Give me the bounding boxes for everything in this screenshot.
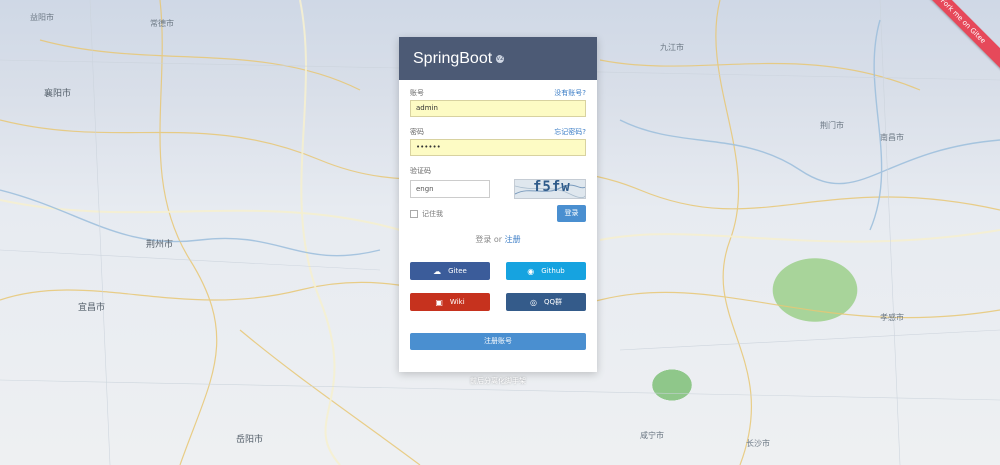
- map-label: 宜昌市: [78, 303, 106, 313]
- captcha-label: 验证码: [410, 167, 431, 175]
- map-label: 常德市: [150, 19, 174, 28]
- register-account-button[interactable]: 注册账号: [410, 333, 586, 350]
- or-prefix: 登录 or: [475, 235, 505, 244]
- map-label: 九江市: [660, 43, 684, 52]
- map-label: 荆门市: [820, 121, 844, 130]
- forgot-password-link[interactable]: 忘记密码?: [554, 127, 586, 138]
- login-button[interactable]: 登录: [557, 205, 586, 222]
- map-label: 长沙市: [746, 439, 770, 448]
- password-input[interactable]: ••••••: [410, 139, 586, 156]
- login-or-register: 登录 or 注册: [410, 234, 586, 245]
- captcha-image[interactable]: f5fw: [514, 179, 586, 199]
- captcha-label-row: 验证码: [410, 166, 586, 177]
- account-input[interactable]: admin: [410, 100, 586, 117]
- cloud-icon: ☁: [433, 266, 442, 276]
- github-icon: ◉: [527, 266, 535, 276]
- map-label: 南昌市: [880, 133, 904, 142]
- map-label: 荆州市: [146, 240, 174, 250]
- login-form: 账号 没有账号? admin 密码 忘记密码? •••••• 验证码 engn …: [399, 80, 597, 350]
- password-label-row: 密码 忘记密码?: [410, 127, 586, 138]
- social-login-grid: ☁ Gitee ◉ Github ▣ Wiki ◎ QQ群: [410, 262, 586, 311]
- wiki-label: Wiki: [449, 298, 465, 306]
- map-label: 岳阳市: [236, 435, 264, 445]
- register-link[interactable]: 注册: [505, 235, 521, 244]
- no-account-link[interactable]: 没有账号?: [554, 88, 586, 99]
- account-label-row: 账号 没有账号?: [410, 88, 586, 99]
- qq-icon: ◎: [529, 297, 537, 307]
- app-title: SpringBoot: [413, 49, 493, 67]
- github-button[interactable]: ◉ Github: [506, 262, 586, 280]
- map-label: 襄阳市: [44, 89, 72, 99]
- gitee-label: Gitee: [448, 267, 467, 275]
- qq-label: QQ群: [543, 298, 562, 306]
- map-label: 咸宁市: [640, 431, 664, 440]
- book-icon: ▣: [435, 297, 443, 307]
- tagline: 前后分离化脚手架: [470, 377, 526, 385]
- account-label: 账号: [410, 89, 424, 97]
- wiki-button[interactable]: ▣ Wiki: [410, 293, 490, 311]
- captcha-input[interactable]: engn: [410, 180, 490, 198]
- remember-checkbox[interactable]: [410, 209, 418, 218]
- map-label: 孝感市: [880, 313, 904, 322]
- map-label: 益阳市: [30, 13, 54, 22]
- remember-me[interactable]: 记住我: [410, 209, 443, 219]
- password-label: 密码: [410, 128, 424, 136]
- captcha-text: f5fw: [533, 179, 571, 195]
- remember-label: 记住我: [422, 209, 443, 218]
- qq-group-button[interactable]: ◎ QQ群: [506, 293, 586, 311]
- remember-row: 记住我 登录: [410, 205, 586, 222]
- version-badge: v2: [496, 54, 505, 63]
- login-card: SpringBoot v2 账号 没有账号? admin 密码 忘记密码? ••…: [399, 37, 597, 372]
- card-header: SpringBoot v2: [399, 37, 597, 80]
- captcha-row: engn f5fw: [410, 179, 586, 199]
- gitee-button[interactable]: ☁ Gitee: [410, 262, 490, 280]
- github-label: Github: [541, 267, 565, 275]
